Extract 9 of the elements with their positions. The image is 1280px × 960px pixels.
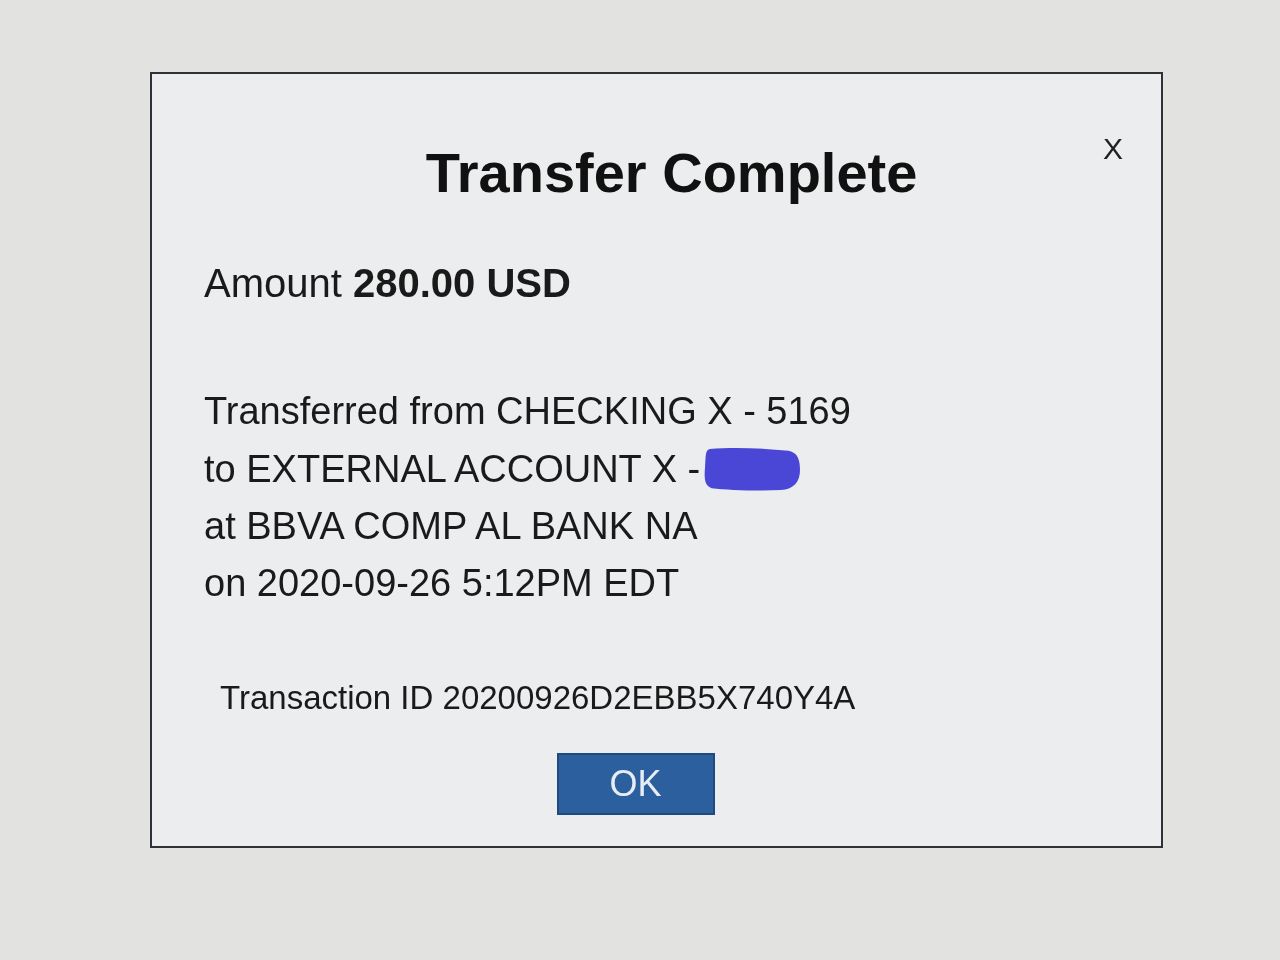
- dialog-title: Transfer Complete: [424, 140, 919, 205]
- ok-button[interactable]: OK: [556, 753, 715, 815]
- transfer-detail-text: at BBVA COMP AL BANK NA: [204, 505, 698, 548]
- amount-text: Amount 280.00 USD: [204, 261, 572, 306]
- transfer-detail-text: Transferred from CHECKING X - 5169: [204, 390, 851, 433]
- transaction-id-text: Transaction ID 20200926D2EBB5X740Y4A: [220, 679, 857, 717]
- transfer-detail-text: on 2020-09-26 5:12PM EDT: [204, 562, 680, 605]
- close-button[interactable]: X: [1099, 132, 1127, 166]
- transfer-detail-text: to EXTERNAL ACCOUNT X -: [204, 447, 701, 491]
